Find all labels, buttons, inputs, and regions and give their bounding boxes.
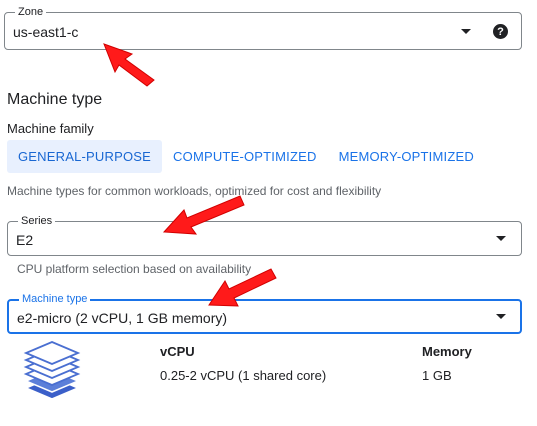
tab-memory-optimized[interactable]: MEMORY-OPTIMIZED [328,140,485,173]
vcpu-value: 0.25-2 vCPU (1 shared core) [160,368,327,383]
machine-type-select[interactable]: Machine type e2-micro (2 vCPU, 1 GB memo… [7,292,522,334]
help-icon[interactable]: ? [493,24,508,39]
tab-compute-optimized[interactable]: COMPUTE-OPTIMIZED [162,140,328,173]
series-value: E2 [16,232,34,248]
vcpu-header: vCPU [160,344,195,359]
memory-value: 1 GB [422,368,452,383]
memory-header: Memory [422,344,472,359]
machine-stack-icon [23,341,81,400]
dropdown-caret-icon [496,236,506,241]
zone-select[interactable]: Zone us-east1-c ? [4,5,522,50]
dropdown-caret-icon [496,314,506,319]
machine-family-label: Machine family [7,121,94,136]
machine-family-hint: Machine types for common workloads, opti… [7,184,382,198]
tab-general-purpose[interactable]: GENERAL-PURPOSE [7,140,163,173]
machine-section-title: Machine type [7,91,103,108]
machine-family-tabs: GENERAL-PURPOSE COMPUTE-OPTIMIZED MEMORY… [7,140,485,173]
zone-label: Zone [15,5,47,19]
dropdown-caret-icon [461,29,471,34]
series-label: Series [18,214,56,228]
machine-type-value: e2-micro (2 vCPU, 1 GB memory) [17,310,228,326]
series-select[interactable]: Series E2 [7,214,522,256]
series-hint: CPU platform selection based on availabi… [17,262,252,276]
zone-value: us-east1-c [13,24,79,40]
machine-type-label: Machine type [19,292,91,306]
